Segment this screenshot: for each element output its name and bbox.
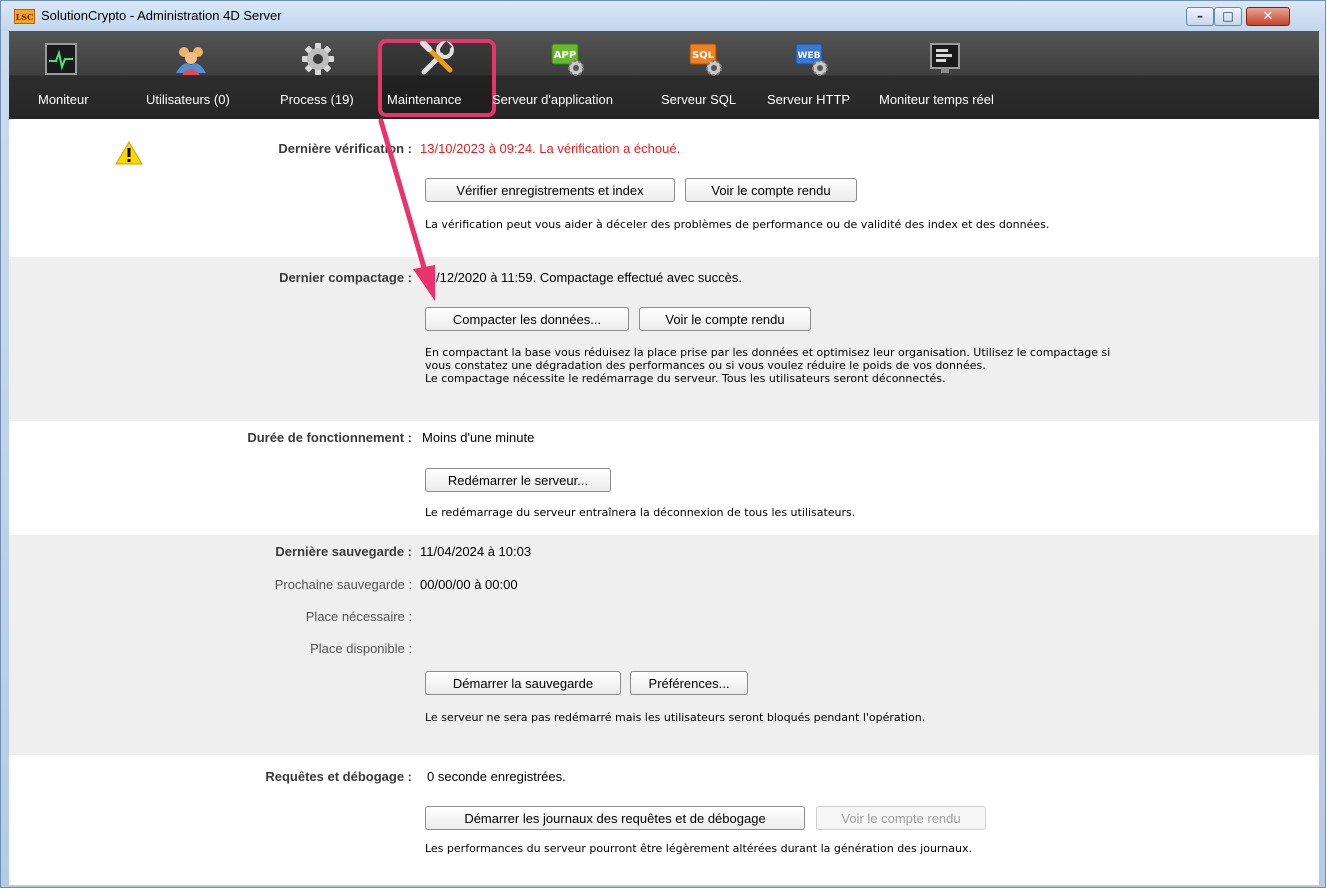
verify-records-button[interactable]: Vérifier enregistrements et index [425, 178, 675, 202]
http-server-icon: WEB [795, 43, 828, 76]
next-backup-value: 00/00/00 à 00:00 [420, 577, 518, 592]
backup-description: Le serveur ne sera pas redémarré mais le… [425, 711, 926, 724]
maintenance-panel: Dernière vérification : 13/10/2023 à 09:… [9, 119, 1319, 885]
restart-server-button[interactable]: Redémarrer le serveur... [425, 468, 611, 492]
tab-serveur-http[interactable]: WEB Serveur HTTP [763, 31, 863, 119]
tab-process[interactable]: Process (19) [268, 31, 372, 119]
tab-label: Moniteur temps réel [879, 92, 994, 107]
warning-icon [115, 141, 143, 165]
uptime-label: Durée de fonctionnement : [247, 430, 412, 445]
compaction-description: En compactant la base vous réduisez la p… [425, 346, 1111, 385]
web-badge-text: WEB [798, 51, 821, 61]
compact-data-button[interactable]: Compacter les données... [425, 307, 629, 331]
uptime-section: Durée de fonctionnement : Moins d'une mi… [9, 421, 1319, 535]
compaction-label: Dernier compactage : [279, 270, 412, 285]
last-backup-label: Dernière sauvegarde : [275, 544, 412, 559]
maximize-icon: □ [1222, 9, 1234, 23]
compaction-value: /12/2020 à 11:59. Compactage effectué av… [436, 270, 742, 285]
backup-preferences-button[interactable]: Préférences... [630, 671, 748, 695]
users-icon [176, 47, 206, 75]
compaction-report-button[interactable]: Voir le compte rendu [639, 307, 811, 331]
sql-badge-text: SQL [692, 50, 715, 61]
main-toolbar: Moniteur Utilisateurs (0) Process (19) M… [9, 31, 1319, 119]
tab-label: Process (19) [280, 92, 354, 107]
verification-description: La vérification peut vous aider à décele… [425, 218, 1050, 231]
monitor-icon [45, 43, 77, 75]
requests-label: Requêtes et débogage : [265, 769, 412, 784]
tab-moniteur[interactable]: Moniteur [9, 31, 95, 119]
app-window: LSC SolutionCrypto - Administration 4D S… [0, 0, 1326, 888]
window-title: SolutionCrypto - Administration 4D Serve… [41, 8, 282, 23]
tab-label: Utilisateurs (0) [146, 92, 230, 107]
tab-label: Maintenance [387, 92, 462, 107]
tools-icon [420, 41, 454, 75]
requests-report-button: Voir le compte rendu [816, 806, 986, 830]
tab-serveur-application[interactable]: APP Serveur d'application [492, 31, 644, 119]
tab-moniteur-temps-reel[interactable]: Moniteur temps réel [875, 31, 1025, 119]
backup-section: Dernière sauvegarde : 11/04/2024 à 10:03… [9, 535, 1319, 755]
app-server-icon: APP [551, 43, 584, 76]
app-logo-icon: LSC [14, 9, 35, 24]
tab-utilisateurs[interactable]: Utilisateurs (0) [137, 31, 247, 119]
tab-maintenance[interactable]: Maintenance [378, 31, 496, 119]
verification-report-button[interactable]: Voir le compte rendu [685, 178, 857, 202]
tab-label: Serveur HTTP [767, 92, 851, 107]
requests-section: Requêtes et débogage : 0 seconde enregis… [9, 755, 1319, 885]
title-bar[interactable]: LSC SolutionCrypto - Administration 4D S… [1, 1, 1325, 31]
start-backup-button[interactable]: Démarrer la sauvegarde [425, 671, 621, 695]
tab-label: Moniteur [38, 92, 89, 107]
requests-description: Les performances du serveur pourront êtr… [425, 842, 972, 855]
verification-section: Dernière vérification : 13/10/2023 à 09:… [9, 119, 1319, 257]
space-available-label: Place disponible : [310, 641, 412, 656]
uptime-value: Moins d'une minute [422, 430, 535, 445]
start-logs-button[interactable]: Démarrer les journaux des requêtes et de… [425, 806, 805, 830]
tab-serveur-sql[interactable]: SQL Serveur SQL [657, 31, 752, 119]
verification-value: 13/10/2023 à 09:24. La vérification a éc… [420, 141, 681, 156]
close-icon: ✕ [1262, 9, 1274, 24]
minimize-button[interactable]: – [1186, 7, 1214, 26]
tab-label: Serveur SQL [661, 92, 737, 107]
tab-label: Serveur d'application [492, 92, 613, 107]
minimize-icon: – [1197, 9, 1203, 23]
close-button[interactable]: ✕ [1246, 7, 1290, 26]
sql-server-icon: SQL [689, 43, 722, 76]
uptime-description: Le redémarrage du serveur entraînera la … [425, 506, 856, 519]
realtime-monitor-icon [930, 43, 960, 73]
gear-icon [302, 43, 334, 75]
space-needed-label: Place nécessaire : [305, 609, 412, 624]
requests-value: 0 seconde enregistrées. [427, 769, 566, 784]
maximize-button[interactable]: □ [1214, 7, 1242, 26]
last-backup-value: 11/04/2024 à 10:03 [420, 544, 532, 559]
next-backup-label: Prochaine sauvegarde : [274, 577, 412, 592]
compaction-section: Dernier compactage : /12/2020 à 11:59. C… [9, 257, 1319, 421]
verification-label: Dernière vérification : [278, 141, 412, 156]
app-badge-text: APP [554, 50, 576, 61]
